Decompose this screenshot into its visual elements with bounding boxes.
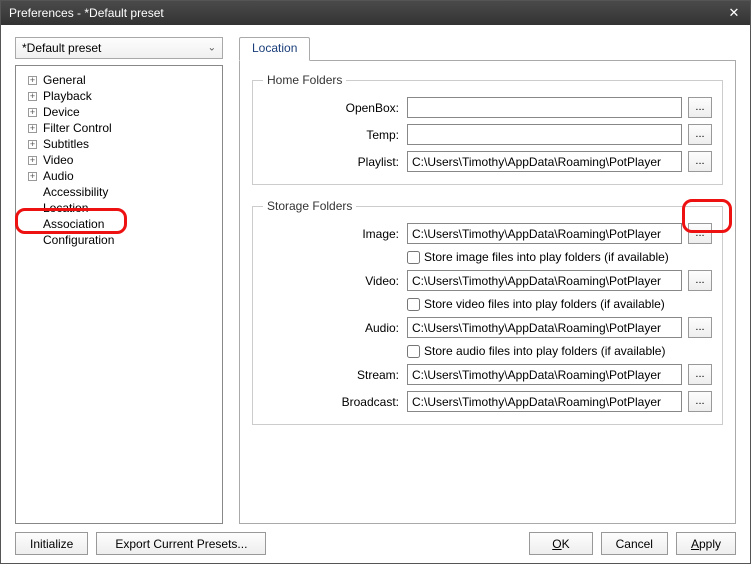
tree-item-association[interactable]: Association [20, 216, 218, 232]
tab-panel: Home Folders OpenBox: ... Temp: ... Play… [239, 60, 736, 524]
image-label: Image: [263, 227, 401, 241]
stream-browse-button[interactable]: ... [688, 364, 712, 385]
storage-folders-legend: Storage Folders [263, 199, 356, 213]
home-folders-legend: Home Folders [263, 73, 346, 87]
expand-icon[interactable]: + [28, 92, 37, 101]
main-area: *Default preset ⌄ +General +Playback +De… [15, 37, 736, 524]
tab-strip: Location [239, 37, 736, 61]
tab-location[interactable]: Location [239, 37, 310, 61]
expand-icon[interactable]: + [28, 140, 37, 149]
stream-label: Stream: [263, 368, 401, 382]
temp-field[interactable] [407, 124, 682, 145]
video-store-checkbox[interactable] [407, 298, 420, 311]
tree-item-location[interactable]: Location [20, 200, 218, 216]
expand-icon[interactable]: + [28, 76, 37, 85]
preset-dropdown[interactable]: *Default preset ⌄ [15, 37, 223, 59]
image-store-checkbox[interactable] [407, 251, 420, 264]
home-folders-group: Home Folders OpenBox: ... Temp: ... Play… [252, 73, 723, 185]
video-browse-button[interactable]: ... [688, 270, 712, 291]
apply-button[interactable]: Apply [676, 532, 736, 555]
preset-selected: *Default preset [22, 41, 101, 55]
video-field[interactable] [407, 270, 682, 291]
expand-icon[interactable]: + [28, 156, 37, 165]
audio-store-checkbox[interactable] [407, 345, 420, 358]
image-store-label: Store image files into play folders (if … [424, 250, 669, 264]
expand-icon[interactable]: + [28, 172, 37, 181]
initialize-button[interactable]: Initialize [15, 532, 88, 555]
image-field[interactable] [407, 223, 682, 244]
tree-item-playback[interactable]: +Playback [20, 88, 218, 104]
tree-item-filter-control[interactable]: +Filter Control [20, 120, 218, 136]
tree-item-accessibility[interactable]: Accessibility [20, 184, 218, 200]
bottom-bar: Initialize Export Current Presets... OK … [15, 524, 736, 555]
broadcast-label: Broadcast: [263, 395, 401, 409]
stream-field[interactable] [407, 364, 682, 385]
openbox-field[interactable] [407, 97, 682, 118]
broadcast-browse-button[interactable]: ... [688, 391, 712, 412]
audio-field[interactable] [407, 317, 682, 338]
openbox-browse-button[interactable]: ... [688, 97, 712, 118]
tree-item-subtitles[interactable]: +Subtitles [20, 136, 218, 152]
playlist-field[interactable] [407, 151, 682, 172]
playlist-label: Playlist: [263, 155, 401, 169]
chevron-down-icon: ⌄ [208, 43, 216, 54]
left-column: *Default preset ⌄ +General +Playback +De… [15, 37, 223, 524]
tree-item-configuration[interactable]: Configuration [20, 232, 218, 248]
right-column: Location Home Folders OpenBox: ... Temp:… [239, 37, 736, 524]
window-title: Preferences - *Default preset [9, 6, 724, 20]
tree-item-general[interactable]: +General [20, 72, 218, 88]
storage-folders-group: Storage Folders Image: ... Store image f… [252, 199, 723, 425]
image-browse-button[interactable]: ... [688, 223, 712, 244]
close-icon[interactable]: ✕ [724, 5, 744, 21]
openbox-label: OpenBox: [263, 101, 401, 115]
tree-item-device[interactable]: +Device [20, 104, 218, 120]
category-tree[interactable]: +General +Playback +Device +Filter Contr… [15, 65, 223, 524]
tree-item-video[interactable]: +Video [20, 152, 218, 168]
temp-browse-button[interactable]: ... [688, 124, 712, 145]
broadcast-field[interactable] [407, 391, 682, 412]
cancel-button[interactable]: Cancel [601, 532, 668, 555]
content: *Default preset ⌄ +General +Playback +De… [1, 25, 750, 563]
export-presets-button[interactable]: Export Current Presets... [96, 532, 266, 555]
ok-button[interactable]: OK [529, 532, 592, 555]
video-label: Video: [263, 274, 401, 288]
titlebar: Preferences - *Default preset ✕ [1, 1, 750, 25]
expand-icon[interactable]: + [28, 124, 37, 133]
audio-label: Audio: [263, 321, 401, 335]
expand-icon[interactable]: + [28, 108, 37, 117]
temp-label: Temp: [263, 128, 401, 142]
tree-item-audio[interactable]: +Audio [20, 168, 218, 184]
playlist-browse-button[interactable]: ... [688, 151, 712, 172]
audio-browse-button[interactable]: ... [688, 317, 712, 338]
audio-store-label: Store audio files into play folders (if … [424, 344, 665, 358]
video-store-label: Store video files into play folders (if … [424, 297, 665, 311]
